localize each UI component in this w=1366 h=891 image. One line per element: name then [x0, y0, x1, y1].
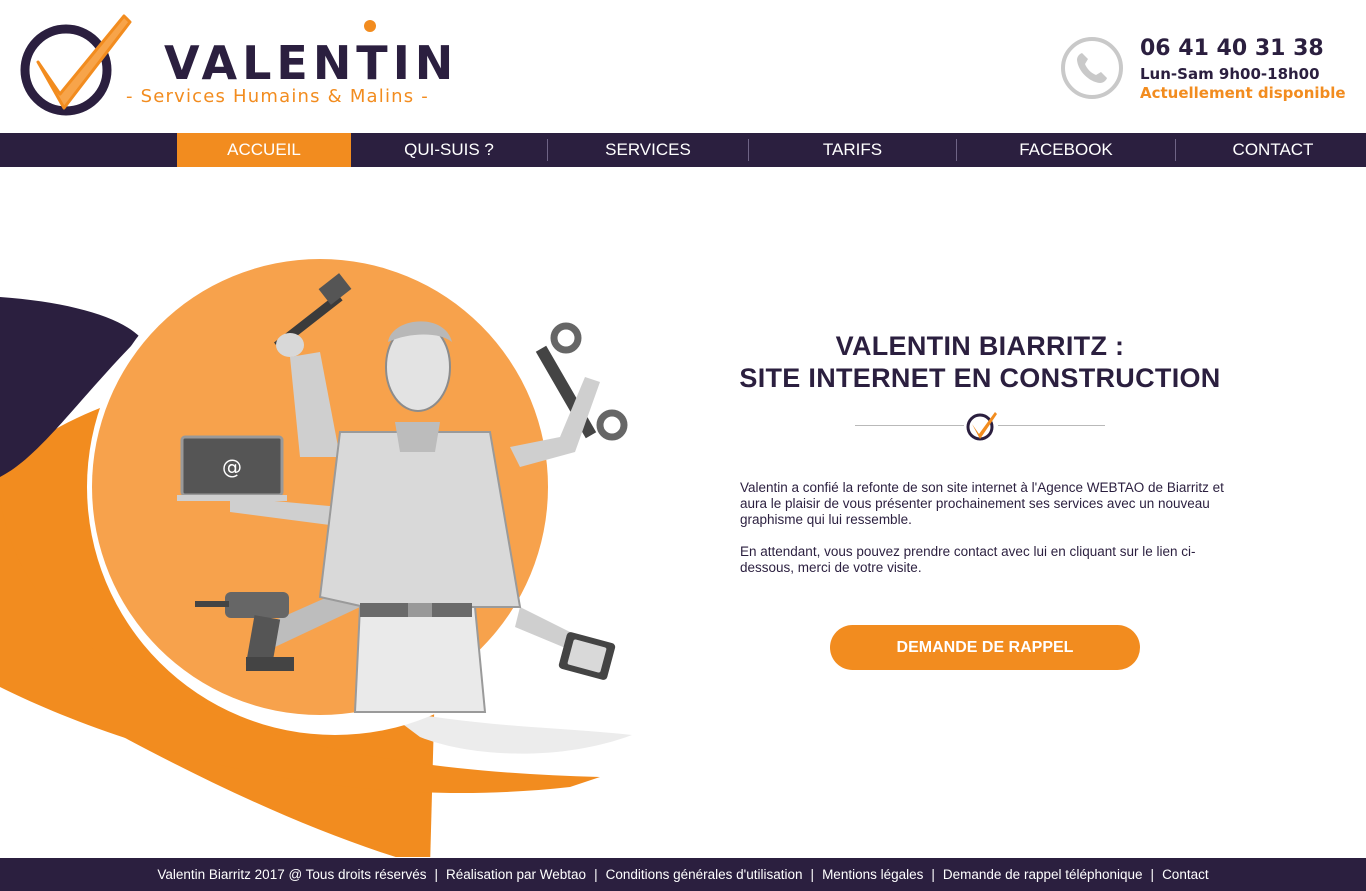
checkmark-badge-icon: [964, 408, 998, 442]
footer-link-webtao[interactable]: Réalisation par Webtao: [446, 867, 586, 882]
phone-number[interactable]: 06 41 40 31 38: [1140, 36, 1324, 61]
availability-status: Actuellement disponible: [1140, 84, 1346, 102]
site-header: VALENTIN - Services Humains & Malins - 0…: [0, 0, 1366, 133]
logo-dot: [364, 20, 376, 32]
footer-copyright: Valentin Biarritz 2017 @ Tous droits rés…: [157, 867, 427, 882]
nav-item-contact[interactable]: CONTACT: [1176, 133, 1366, 167]
footer-link-contact[interactable]: Contact: [1162, 867, 1209, 882]
phone-icon[interactable]: [1060, 36, 1124, 100]
title-line-2: SITE INTERNET EN CONSTRUCTION: [739, 363, 1221, 393]
nav-item-qui-suis[interactable]: QUI-SUIS ?: [351, 133, 547, 167]
footer-link-callback[interactable]: Demande de rappel téléphonique: [943, 867, 1143, 882]
header-contact: 06 41 40 31 38 Lun-Sam 9h00-18h00 Actuel…: [1060, 34, 1360, 104]
nav-item-services[interactable]: SERVICES: [548, 133, 748, 167]
hero-description: Valentin a confié la refonte de son site…: [740, 480, 1240, 576]
footer-separator: |: [1150, 867, 1155, 882]
smartphone-icon: [558, 632, 616, 680]
site-logo[interactable]: VALENTIN - Services Humains & Malins -: [18, 12, 458, 120]
footer-separator: |: [594, 867, 598, 882]
footer-separator: |: [810, 867, 815, 882]
footer-separator: |: [931, 867, 935, 882]
title-line-1: VALENTIN BIARRITZ :: [835, 331, 1125, 361]
footer-separator: |: [434, 867, 438, 882]
logo-name: VALENTIN: [164, 36, 459, 90]
nav-item-accueil[interactable]: ACCUEIL: [177, 133, 351, 167]
nav-item-facebook[interactable]: FACEBOOK: [957, 133, 1175, 167]
contact-paragraph: En attendant, vous pouvez prendre contac…: [740, 544, 1196, 575]
footer-link-legal[interactable]: Mentions légales: [822, 867, 923, 882]
main-nav: ACCUEIL QUI-SUIS ? SERVICES TARIFS FACEB…: [0, 133, 1366, 167]
intro-paragraph: Valentin a confié la refonte de son site…: [740, 480, 1224, 527]
footer-link-cgu[interactable]: Conditions générales d'utilisation: [606, 867, 803, 882]
callback-request-button[interactable]: DEMANDE DE RAPPEL: [830, 625, 1140, 670]
opening-hours: Lun-Sam 9h00-18h00: [1140, 65, 1320, 83]
page-title: VALENTIN BIARRITZ : SITE INTERNET EN CON…: [700, 330, 1260, 394]
hero-illustration: @: [0, 167, 660, 867]
nav-item-tarifs[interactable]: TARIFS: [749, 133, 956, 167]
hero-content: VALENTIN BIARRITZ : SITE INTERNET EN CON…: [700, 330, 1260, 592]
laptop-at-symbol: @: [222, 455, 242, 479]
logo-tagline: - Services Humains & Malins -: [126, 86, 429, 107]
laptop-icon: @: [177, 435, 287, 501]
title-divider: [855, 408, 1105, 442]
checkmark-logo-icon: [20, 14, 132, 116]
site-footer: Valentin Biarritz 2017 @ Tous droits rés…: [0, 858, 1366, 891]
